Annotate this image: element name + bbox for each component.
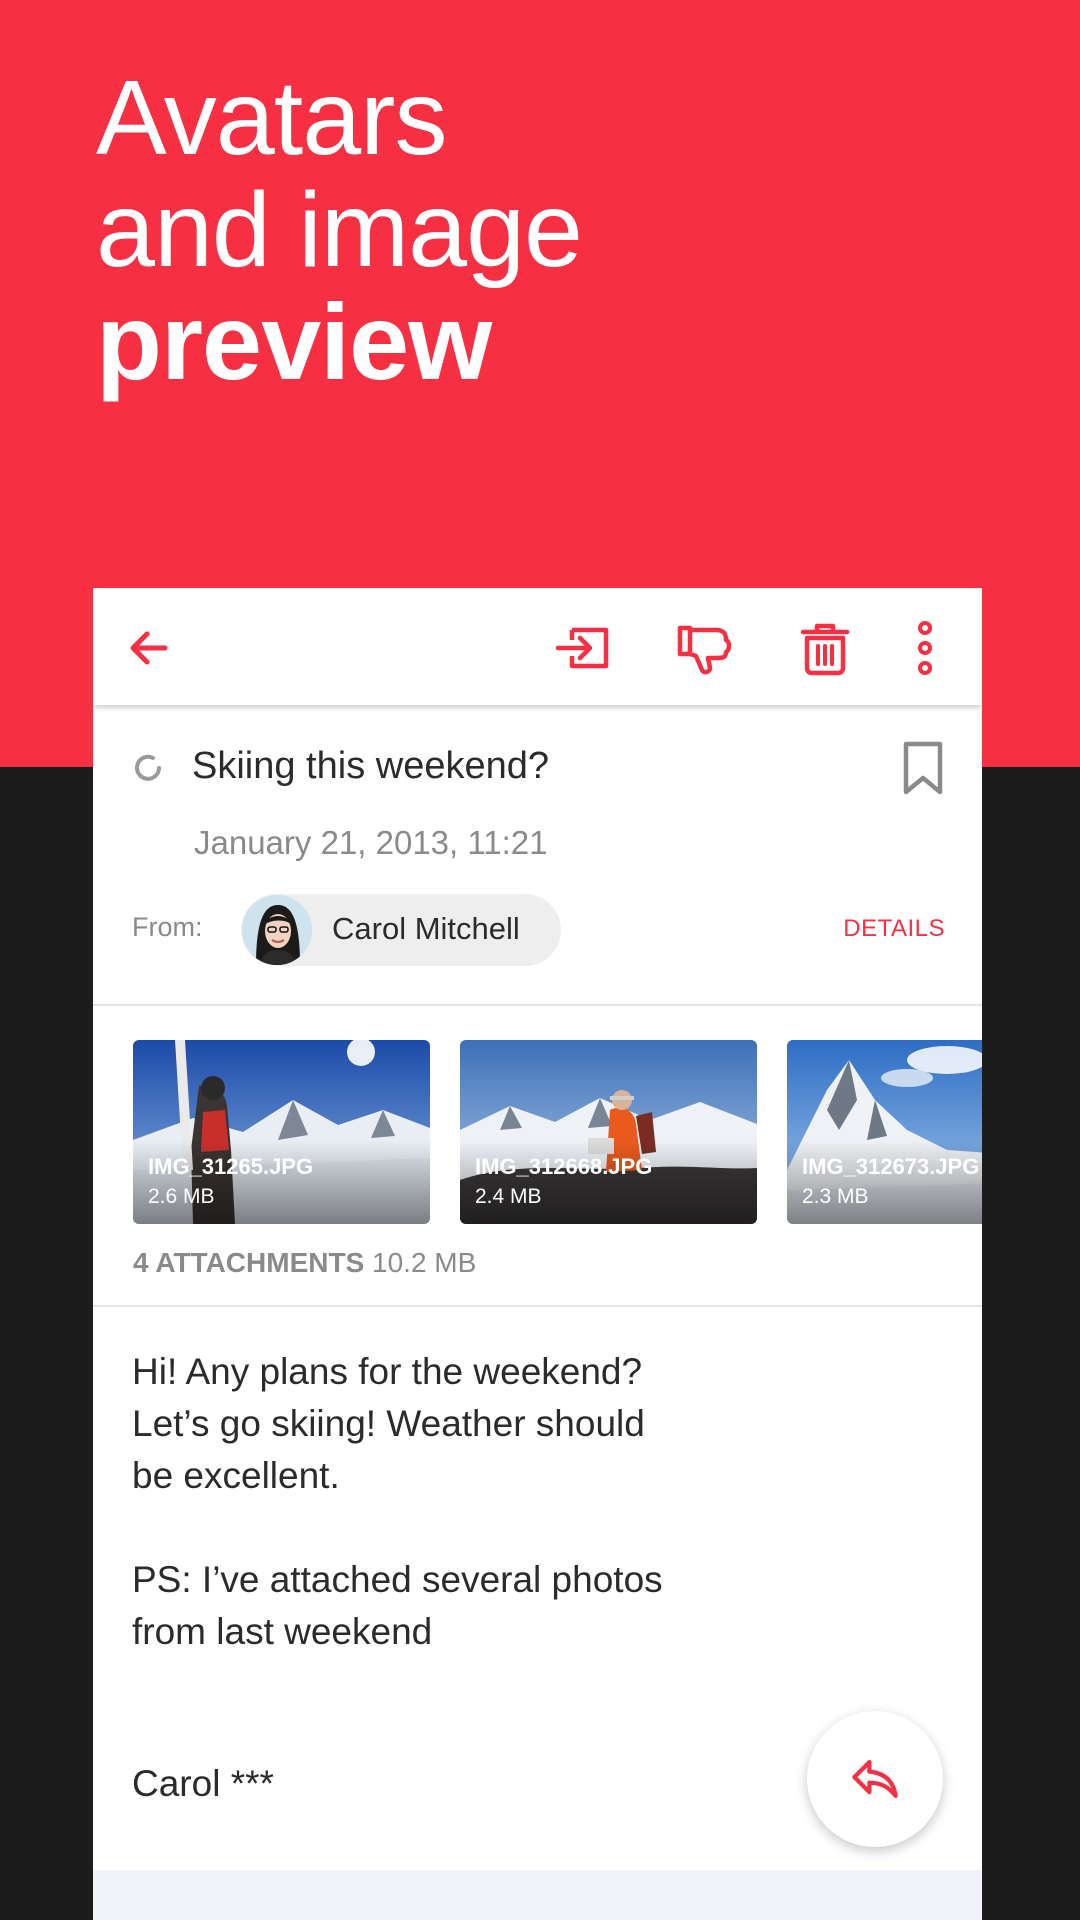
attachment-size: 2.4 MB <box>475 1185 542 1208</box>
thumbs-down-icon <box>677 625 732 675</box>
more-options-button[interactable] <box>893 616 957 680</box>
sender-name: Carol Mitchell <box>332 911 520 946</box>
headline-line-3: preview <box>96 281 492 402</box>
attachments-strip: IMG_31265.JPG 2.6 MB IMG_312668.JPG 2.4 … <box>133 1040 982 1224</box>
details-link[interactable]: DETAILS <box>843 915 945 943</box>
from-label: From: <box>132 912 203 942</box>
arrow-left-icon <box>130 631 168 665</box>
attachments-count: 4 ATTACHMENTS <box>133 1247 365 1278</box>
email-subject: Skiing this weekend? <box>192 745 549 787</box>
move-to-folder-icon <box>555 627 609 669</box>
reply-button[interactable] <box>807 1711 943 1847</box>
attachment-name: IMG_312673.JPG <box>802 1154 980 1179</box>
divider <box>93 1305 982 1307</box>
reply-icon <box>852 1760 898 1798</box>
email-body: Hi! Any plans for the weekend? Let’s go … <box>132 1351 663 1652</box>
trash-icon <box>800 623 850 676</box>
attachment-name: IMG_312668.JPG <box>475 1154 653 1179</box>
attachments-total-size: 10.2 MB <box>372 1247 477 1278</box>
bookmark-icon[interactable] <box>901 740 945 796</box>
more-vertical-icon <box>918 621 932 675</box>
attachment-size: 2.6 MB <box>148 1185 215 1208</box>
email-view-card: Skiing this weekend? January 21, 2013, 1… <box>93 588 982 1920</box>
back-button[interactable] <box>117 616 181 680</box>
bottom-strip <box>93 1870 982 1920</box>
attachment-thumbnail[interactable]: IMG_312673.JPG 2.3 MB <box>787 1040 982 1224</box>
headline-line-1: Avatars <box>96 59 447 177</box>
attachment-size: 2.3 MB <box>802 1185 869 1208</box>
divider <box>93 1004 982 1006</box>
email-toolbar <box>93 588 982 705</box>
delete-button[interactable] <box>793 616 857 680</box>
attachment-thumbnail[interactable]: IMG_312668.JPG 2.4 MB <box>460 1040 757 1224</box>
attachment-thumbnail[interactable]: IMG_31265.JPG 2.6 MB <box>133 1040 430 1224</box>
headline-line-2: and image <box>96 171 583 289</box>
move-button[interactable] <box>552 616 616 680</box>
attachment-name: IMG_31265.JPG <box>148 1154 314 1179</box>
promo-headline: Avatars and image preview <box>96 59 583 402</box>
refresh-icon <box>135 754 161 781</box>
email-date: January 21, 2013, 11:21 <box>194 824 548 861</box>
avatar <box>242 895 312 965</box>
spam-button[interactable] <box>672 616 736 680</box>
sender-chip[interactable]: Carol Mitchell <box>241 894 561 966</box>
email-signature: Carol *** <box>132 1763 274 1804</box>
attachments-summary: 4 ATTACHMENTS 10.2 MB <box>133 1247 476 1279</box>
